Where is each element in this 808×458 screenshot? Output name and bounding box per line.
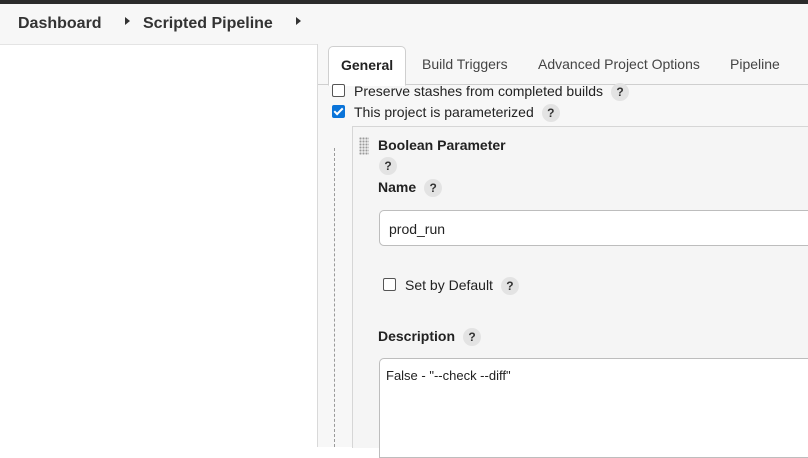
tab-general[interactable]: General [328,46,407,86]
help-icon[interactable]: ? [500,277,519,296]
parameter-divider [334,148,335,447]
breadcrumb-chevron-icon[interactable] [292,4,306,25]
help-icon[interactable]: ? [463,328,482,347]
set-by-default-checkbox[interactable] [383,277,396,291]
config-panel: General Build Triggers Advanced Project … [317,44,808,458]
tab-advanced-project-options[interactable]: Advanced Project Options [526,46,712,83]
breadcrumb-dashboard[interactable]: Dashboard [18,15,102,33]
tab-bar: General Build Triggers Advanced Project … [318,44,808,86]
preserve-stashes-checkbox[interactable] [332,83,345,97]
description-field-label: Description? [378,328,482,347]
parameterized-label: This project is parameterized [354,104,534,120]
parameter-title: Boolean Parameter [378,137,506,153]
help-icon[interactable]: ? [541,104,560,123]
breadcrumb-scripted-pipeline[interactable]: Scripted Pipeline [143,15,273,33]
help-icon[interactable]: ? [424,179,443,198]
drag-handle-icon[interactable] [359,137,369,155]
boolean-parameter-block: Boolean Parameter ? Name? prod_run Set b… [352,126,808,458]
set-by-default-option: Set by Default? [383,277,519,296]
breadcrumb-chevron-icon[interactable] [121,4,135,25]
parameterized-checkbox[interactable] [332,104,345,118]
help-icon[interactable]: ? [379,157,397,175]
description-textarea[interactable]: False - "--check --diff" [379,358,808,458]
set-by-default-label: Set by Default [405,277,493,293]
name-field-label: Name? [378,179,443,198]
tab-build-triggers[interactable]: Build Triggers [410,46,520,83]
preserve-stashes-option: Preserve stashes from completed builds? [332,83,629,103]
parameterized-option: This project is parameterized? [332,104,560,124]
name-input[interactable]: prod_run [379,210,808,246]
breadcrumb: Dashboard Scripted Pipeline [0,4,808,45]
preserve-stashes-label: Preserve stashes from completed builds [354,83,603,99]
tab-pipeline[interactable]: Pipeline [718,46,792,83]
help-icon[interactable]: ? [611,83,629,102]
